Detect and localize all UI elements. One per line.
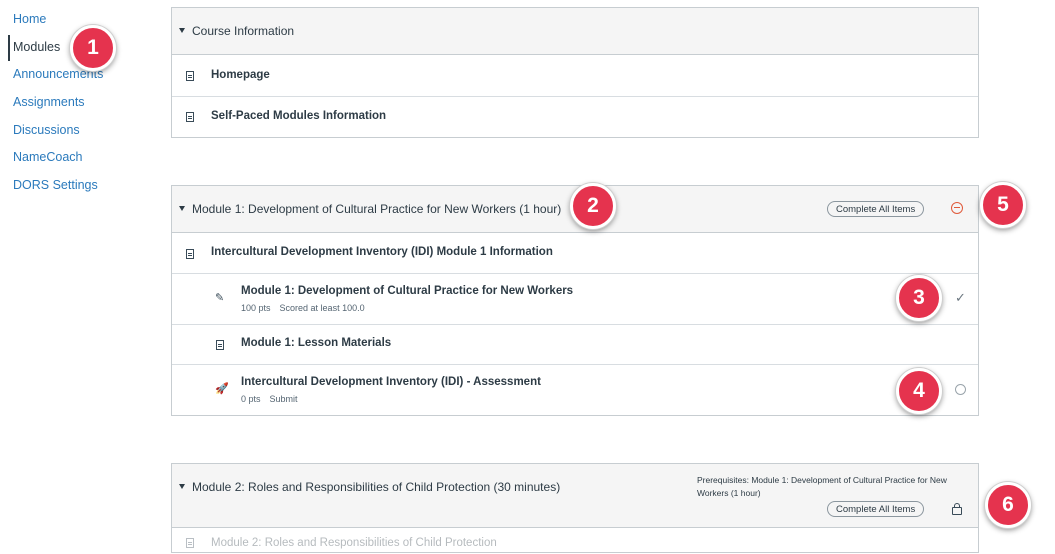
module-item[interactable]: 🚀 Intercultural Development Inventory (I… [172, 365, 978, 415]
callout-1: 1 [70, 25, 116, 71]
callout-5: 5 [980, 182, 1026, 228]
check-icon: ✓ [955, 290, 966, 305]
callout-2: 2 [570, 183, 616, 229]
module-2: Module 2: Roles and Responsibilities of … [171, 463, 979, 553]
nav-namecoach[interactable]: NameCoach [13, 150, 82, 164]
module-title: Course Information [192, 24, 295, 38]
module-item-meta: 100 pts Scored at least 100.0 [241, 303, 374, 313]
module-header[interactable]: Course Information [172, 8, 978, 55]
empty-circle-icon [955, 384, 966, 395]
module-course-information: Course Information Homepage Self-Paced M… [171, 7, 979, 138]
module-item[interactable]: Homepage [172, 55, 978, 97]
caret-down-icon[interactable] [179, 206, 185, 211]
module-item[interactable]: Self-Paced Modules Information [172, 97, 978, 137]
page-icon [186, 538, 194, 548]
points: 0 pts [241, 394, 261, 404]
page-icon [186, 71, 194, 81]
module-header[interactable]: Module 2: Roles and Responsibilities of … [172, 464, 978, 528]
quiz-icon: ✎ [215, 292, 225, 304]
module-item[interactable]: Intercultural Development Inventory (IDI… [172, 233, 978, 274]
points: 100 pts [241, 303, 271, 313]
module-title: Module 1: Development of Cultural Practi… [192, 202, 562, 216]
module-item[interactable]: Module 1: Lesson Materials [172, 325, 978, 365]
caret-down-icon[interactable] [179, 484, 185, 489]
module-item-title[interactable]: Module 2: Roles and Responsibilities of … [211, 537, 497, 549]
minus-circle-icon [951, 202, 963, 214]
module-item[interactable]: Module 2: Roles and Responsibilities of … [172, 528, 978, 554]
module-item-title[interactable]: Intercultural Development Inventory (IDI… [241, 376, 541, 388]
complete-all-items-button[interactable]: Complete All Items [827, 501, 925, 517]
nav-assignments[interactable]: Assignments [13, 95, 85, 109]
active-indicator [8, 35, 10, 61]
nav-dors-settings[interactable]: DORS Settings [13, 178, 98, 192]
course-navigation: Home Modules Announcements Assignments D… [0, 0, 150, 542]
page-icon [216, 340, 224, 350]
module-item-title[interactable]: Module 1: Lesson Materials [241, 337, 391, 349]
rocket-icon: 🚀 [215, 383, 229, 395]
callout-6: 6 [985, 482, 1031, 528]
module-item-title[interactable]: Module 1: Development of Cultural Practi… [241, 285, 573, 297]
module-item[interactable]: ✎ Module 1: Development of Cultural Prac… [172, 274, 978, 325]
requirement: Scored at least 100.0 [279, 303, 365, 313]
page-icon [186, 249, 194, 259]
module-item-meta: 0 pts Submit [241, 394, 307, 404]
nav-modules[interactable]: Modules [13, 40, 60, 54]
lock-icon [952, 503, 962, 515]
caret-down-icon[interactable] [179, 28, 185, 33]
page-icon [186, 112, 194, 122]
module-item-title[interactable]: Intercultural Development Inventory (IDI… [211, 246, 553, 258]
module-item-title[interactable]: Self-Paced Modules Information [211, 110, 386, 122]
nav-home[interactable]: Home [13, 12, 46, 26]
module-title: Module 2: Roles and Responsibilities of … [192, 480, 561, 494]
nav-discussions[interactable]: Discussions [13, 123, 80, 137]
callout-3: 3 [896, 275, 942, 321]
prerequisites-text: Prerequisites: Module 1: Development of … [697, 475, 947, 498]
module-item-title[interactable]: Homepage [211, 69, 270, 81]
requirement: Submit [269, 394, 298, 404]
complete-all-items-button[interactable]: Complete All Items [827, 201, 925, 217]
callout-4: 4 [896, 368, 942, 414]
